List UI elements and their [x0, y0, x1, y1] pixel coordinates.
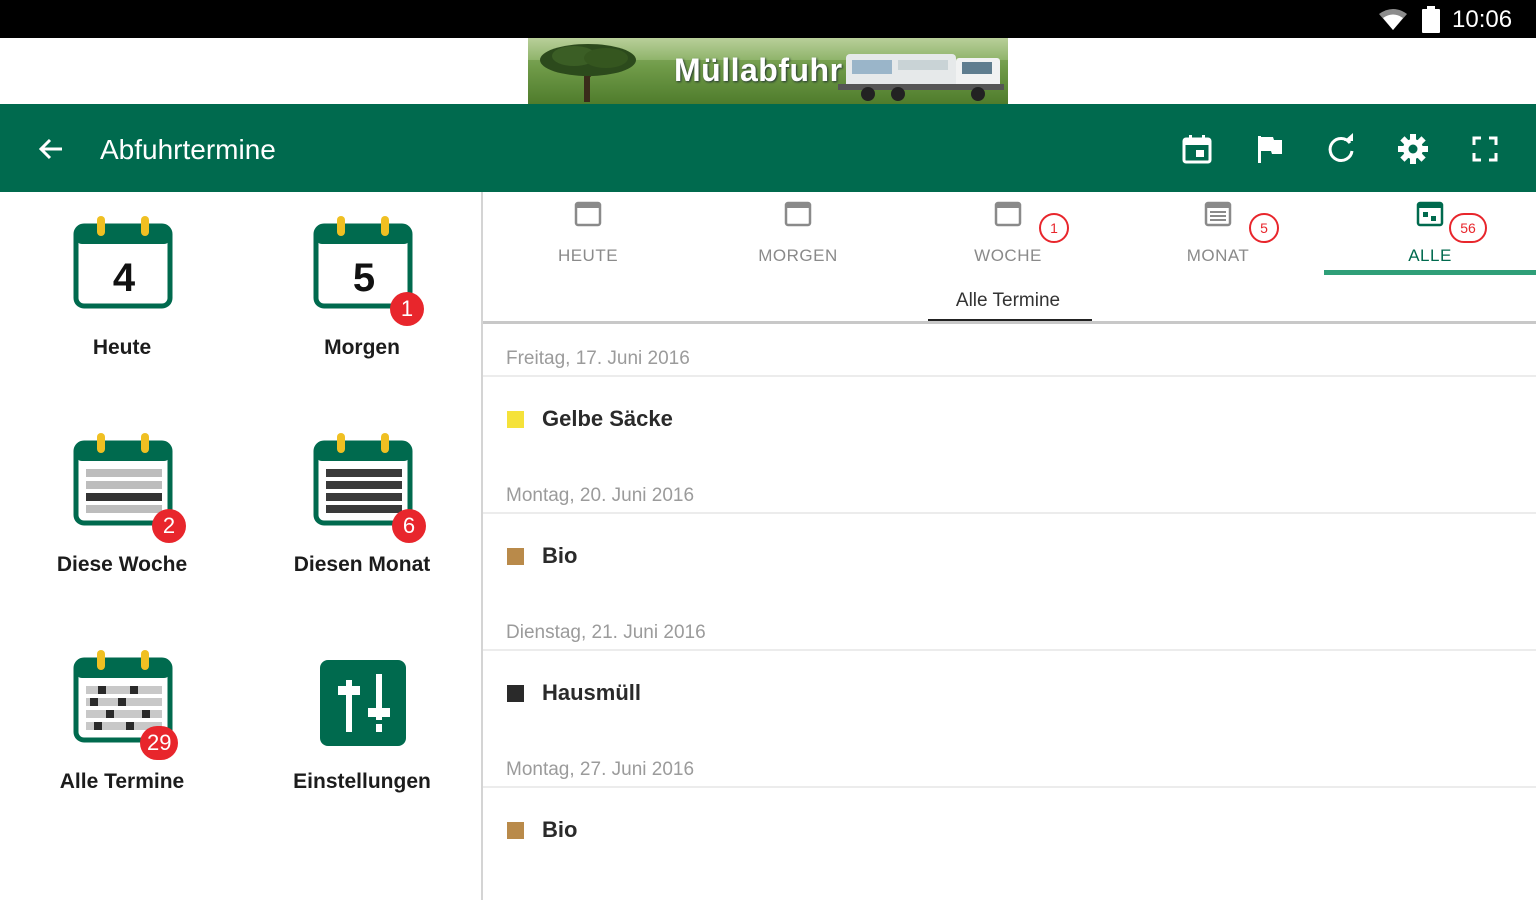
- tab-monat[interactable]: 5 MONAT: [1113, 192, 1323, 276]
- tile-diesen-monat-badge: 6: [392, 509, 426, 543]
- schedule-group: Dienstag, 21. Juni 2016 Hausmüll: [483, 598, 1536, 735]
- tile-alle-termine-badge: 29: [140, 726, 179, 760]
- schedule-group: Freitag, 17. Juni 2016 Gelbe Säcke: [483, 324, 1536, 461]
- app-toolbar: Abfuhrtermine: [0, 104, 1536, 192]
- banner-row: Müllabfuhr: [0, 38, 1536, 104]
- date-separator: [483, 375, 1536, 377]
- tab-woche[interactable]: 1 WOCHE: [903, 192, 1113, 276]
- schedule-date: Dienstag, 21. Juni 2016: [506, 622, 706, 643]
- waste-type-label: Bio: [542, 543, 578, 568]
- sliders-settings-icon: [320, 660, 406, 746]
- schedule-group: Montag, 20. Juni 2016 Bio: [483, 461, 1536, 598]
- date-separator: [483, 649, 1536, 651]
- tab-heute[interactable]: HEUTE: [483, 192, 693, 276]
- toolbar-title: Abfuhrtermine: [100, 134, 276, 165]
- status-clock: 10:06: [1452, 6, 1513, 33]
- list-subtitle: Alle Termine: [955, 290, 1061, 311]
- tile-diese-woche[interactable]: 2 Diese Woche: [2, 409, 242, 609]
- banner-image: Müllabfuhr: [528, 38, 1008, 104]
- tile-morgen[interactable]: 5 1 Morgen: [242, 192, 482, 392]
- tile-alle-termine-label: Alle Termine: [59, 770, 185, 793]
- date-separator: [483, 786, 1536, 788]
- calendar-week-icon: [994, 201, 1022, 227]
- waste-color-swatch: [507, 822, 524, 839]
- calendar-all-icon: [1416, 201, 1444, 227]
- schedule-entry[interactable]: Bio: [483, 515, 1536, 595]
- schedule-entry[interactable]: Bio: [483, 789, 1536, 869]
- tile-einstellungen-label: Einstellungen: [293, 770, 431, 793]
- schedule-list: Freitag, 17. Juni 2016 Gelbe Säcke Monta…: [483, 324, 1536, 900]
- refresh-icon[interactable]: [1324, 132, 1358, 166]
- schedule-date: Montag, 27. Juni 2016: [506, 759, 695, 780]
- calendar-today-icon[interactable]: [1180, 132, 1214, 166]
- settings-icon[interactable]: [1396, 132, 1430, 166]
- calendar-icon: [784, 201, 812, 227]
- tab-monat-badge: 5: [1249, 213, 1279, 243]
- calendar-month-icon: [1204, 201, 1232, 227]
- waste-color-swatch: [507, 411, 524, 428]
- tab-alle-label: ALLE: [1408, 246, 1452, 265]
- schedule-date: Freitag, 17. Juni 2016: [506, 348, 690, 369]
- waste-color-swatch: [507, 685, 524, 702]
- tab-woche-badge: 1: [1039, 213, 1069, 243]
- tile-diese-woche-badge: 2: [152, 509, 186, 543]
- tree-graphic: [540, 44, 636, 102]
- tile-heute-day: 4: [112, 256, 136, 300]
- tile-heute-label: Heute: [92, 336, 152, 359]
- battery-icon: [1422, 6, 1440, 33]
- truck-graphic: [838, 54, 1004, 101]
- tab-morgen[interactable]: MORGEN: [693, 192, 903, 276]
- date-separator: [483, 512, 1536, 514]
- back-arrow-icon[interactable]: [34, 132, 68, 166]
- shortcut-grid: 4 Heute 5 1 Morgen 2 Diese Woche 6 Diese…: [0, 192, 481, 900]
- calendar-icon: [574, 201, 602, 227]
- schedule-date: Montag, 20. Juni 2016: [506, 485, 695, 506]
- tab-morgen-label: MORGEN: [758, 246, 838, 265]
- schedule-entry[interactable]: Gelbe Säcke: [483, 378, 1536, 458]
- tile-einstellungen[interactable]: Einstellungen: [242, 626, 482, 826]
- waste-type-label: Hausmüll: [542, 680, 642, 705]
- tab-monat-label: MONAT: [1186, 246, 1250, 265]
- tab-heute-label: HEUTE: [557, 246, 619, 265]
- tile-diesen-monat-label: Diesen Monat: [293, 553, 431, 576]
- waste-type-label: Gelbe Säcke: [542, 406, 673, 431]
- list-subtitle-row: Alle Termine: [483, 276, 1536, 324]
- banner-title: Müllabfuhr: [674, 52, 843, 88]
- tile-morgen-label: Morgen: [324, 336, 400, 359]
- tile-heute[interactable]: 4 Heute: [2, 192, 242, 392]
- status-bar: 10:06: [0, 0, 1536, 38]
- schedule-entry[interactable]: Hausmüll: [483, 652, 1536, 732]
- tile-diese-woche-label: Diese Woche: [56, 553, 188, 576]
- tile-diesen-monat[interactable]: 6 Diesen Monat: [242, 409, 482, 609]
- tile-morgen-badge: 1: [390, 292, 424, 326]
- active-tab-indicator: [1324, 270, 1536, 275]
- tile-alle-termine[interactable]: 29 Alle Termine: [2, 626, 242, 826]
- tab-alle-badge: 56: [1449, 213, 1487, 243]
- waste-type-label: Bio: [542, 817, 578, 842]
- schedule-group: Montag, 27. Juni 2016 Bio: [483, 735, 1536, 872]
- tab-alle[interactable]: 56 ALLE: [1325, 192, 1535, 276]
- waste-color-swatch: [507, 548, 524, 565]
- flag-icon[interactable]: [1253, 132, 1287, 166]
- tab-woche-label: WOCHE: [974, 246, 1042, 265]
- filter-tabs: HEUTE MORGEN 1 WOCHE 5 MONAT 56 ALLE: [483, 192, 1536, 276]
- fullscreen-icon[interactable]: [1468, 132, 1502, 166]
- wifi-icon: [1379, 9, 1407, 30]
